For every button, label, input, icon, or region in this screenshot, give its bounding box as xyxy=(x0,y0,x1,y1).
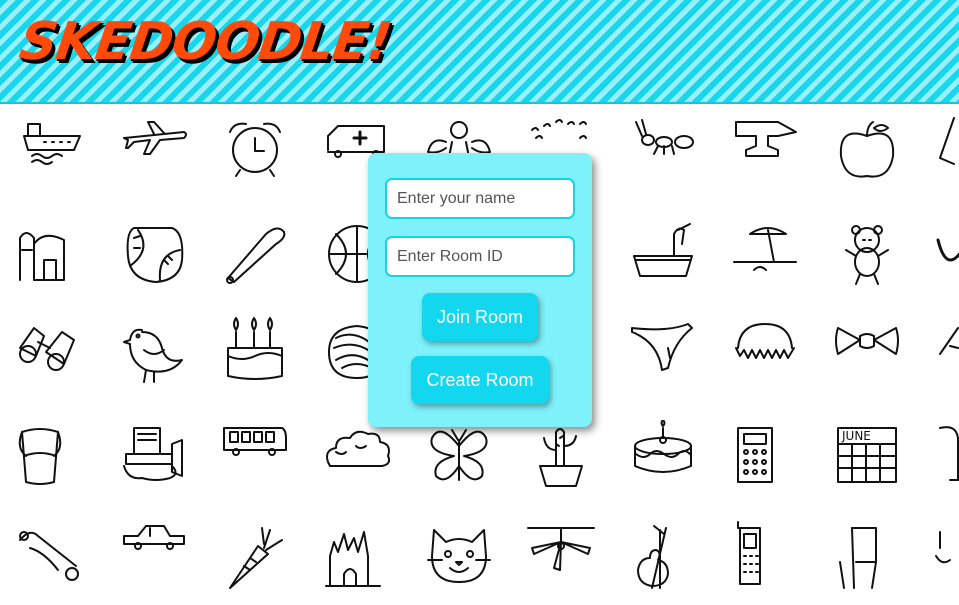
calendar-icon: JUNE xyxy=(832,420,902,490)
chair-icon xyxy=(832,522,902,592)
airplane-icon xyxy=(120,112,190,182)
bottlecap-icon xyxy=(730,318,800,388)
beach-icon xyxy=(730,220,800,290)
bulldozer-icon xyxy=(116,420,186,490)
anvil-icon xyxy=(730,112,800,182)
baseball-bat-icon xyxy=(220,220,290,290)
apple-icon xyxy=(832,114,902,184)
ant-icon xyxy=(628,112,698,182)
svg-text:JUNE: JUNE xyxy=(841,429,871,443)
join-room-button[interactable]: Join Room xyxy=(422,293,538,341)
bracelet-icon xyxy=(934,318,959,388)
bathtub-icon xyxy=(628,220,698,290)
cactus-icon xyxy=(526,422,596,492)
bowtie-icon xyxy=(832,318,902,388)
name-input[interactable] xyxy=(385,178,575,219)
baseball-icon xyxy=(120,220,190,290)
car-icon xyxy=(120,518,190,588)
create-room-button[interactable]: Create Room xyxy=(411,356,549,404)
bush-icon xyxy=(322,422,392,492)
camel-icon xyxy=(934,420,959,490)
join-room-panel: Join Room Create Room xyxy=(368,153,592,427)
castle-icon xyxy=(322,522,392,592)
cat-icon xyxy=(424,522,494,592)
carrot-icon xyxy=(220,522,290,592)
ceiling-fan-icon xyxy=(526,522,596,592)
barn-icon xyxy=(14,220,84,290)
butterfly-icon xyxy=(424,422,494,492)
boomerang-icon xyxy=(628,318,698,388)
birthday-cake-icon xyxy=(220,316,290,386)
app-logo: SKEDOODLE! xyxy=(15,12,395,72)
cell-phone-icon xyxy=(730,518,800,588)
cello-icon xyxy=(628,522,698,592)
alarm-clock-icon xyxy=(220,116,290,186)
calculator-icon xyxy=(730,420,800,490)
header-banner: SKEDOODLE! xyxy=(0,0,959,104)
beard-icon xyxy=(934,220,959,290)
cake-icon xyxy=(628,419,698,490)
chandelier-icon xyxy=(934,522,959,592)
binoculars-icon xyxy=(16,318,86,388)
arm-icon xyxy=(934,114,959,184)
bucket-icon xyxy=(14,422,84,492)
boat-icon xyxy=(18,116,88,186)
bear-icon xyxy=(832,220,902,290)
canoe-icon xyxy=(16,522,86,592)
bus-icon xyxy=(220,420,290,490)
bird-icon xyxy=(120,318,190,388)
room-id-input[interactable] xyxy=(385,236,575,277)
